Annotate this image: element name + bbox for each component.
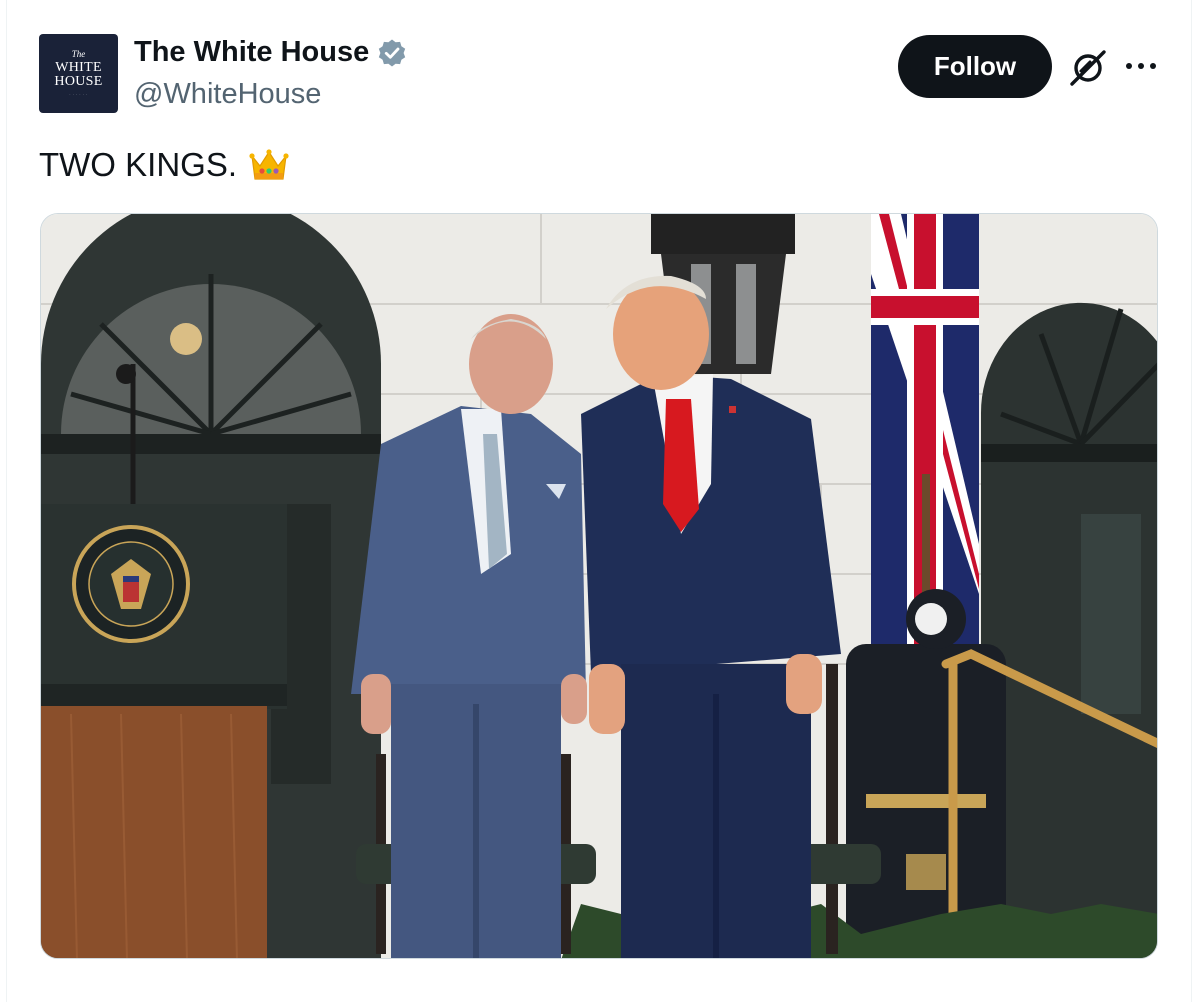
honor-guard — [846, 589, 1006, 958]
verified-badge-icon — [379, 39, 406, 66]
tweet-text: TWO KINGS. — [39, 146, 237, 183]
right-window — [980, 302, 1157, 958]
avatar[interactable]: The WHITE HOUSE · · · · · · — [39, 34, 118, 113]
more-icon[interactable] — [1124, 58, 1158, 74]
crown-emoji — [249, 149, 289, 180]
author-handle[interactable]: @WhiteHouse — [134, 78, 321, 111]
tweet-text-row: TWO KINGS. — [39, 146, 289, 184]
grok-icon[interactable] — [1068, 48, 1108, 88]
avatar-text-the: The — [71, 49, 86, 59]
follow-button[interactable]: Follow — [898, 35, 1052, 98]
photo-scene — [41, 214, 1157, 958]
author-name[interactable]: The White House — [134, 36, 369, 69]
avatar-text-white: WHITE — [55, 60, 102, 75]
avatar-text-house: HOUSE — [54, 74, 103, 89]
podium — [41, 504, 287, 958]
tweet-photo[interactable] — [40, 213, 1158, 959]
avatar-small-mark: · · · · · · — [69, 92, 88, 97]
author-name-row[interactable]: The White House — [134, 36, 407, 69]
